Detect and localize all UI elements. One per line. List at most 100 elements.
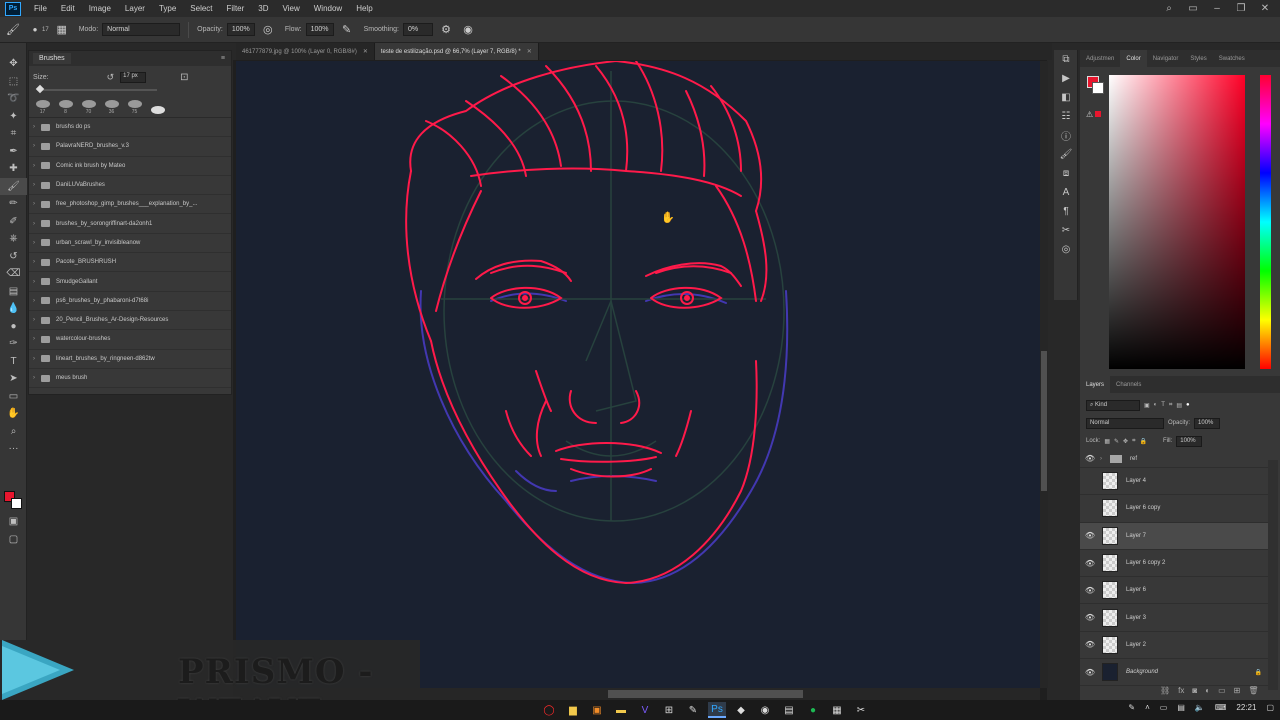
layer-row[interactable]: 👁 Layer 6 (1080, 577, 1268, 605)
blur-tool-icon[interactable]: 💧 (0, 300, 27, 318)
quick-select-tool-icon[interactable]: ✦ (0, 108, 27, 126)
filter-pixel-icon[interactable]: ▣ (1144, 402, 1150, 409)
eraser-tool-icon[interactable]: ⌫ (0, 265, 27, 283)
list-item[interactable]: › brushs do ps (29, 118, 231, 138)
list-item[interactable]: › lineart_brushes_by_ringneen-d862tw (29, 350, 231, 369)
workspace-icon[interactable]: ▭ (1186, 3, 1200, 14)
filter-adjustment-icon[interactable]: ◐ (1154, 402, 1158, 408)
filter-shape-icon[interactable]: ⌗ (1169, 402, 1172, 409)
minimize-icon[interactable]: – (1210, 3, 1224, 14)
canvas[interactable]: ✋ (236, 61, 1040, 688)
menu-edit[interactable]: Edit (54, 4, 82, 13)
menu-type[interactable]: Type (152, 4, 183, 13)
lock-position-icon[interactable]: ✥ (1123, 438, 1128, 445)
properties-icon[interactable]: ☷ (1054, 107, 1078, 126)
more-tools-icon[interactable]: ··· (0, 440, 27, 458)
tab-channels[interactable]: Channels (1110, 382, 1147, 388)
list-item[interactable]: › free_photoshop_gimp_brushes___explanati… (29, 195, 231, 215)
pen-tray-icon[interactable]: ✎ (1128, 703, 1135, 712)
volume-icon[interactable]: 🔈 (1195, 703, 1205, 712)
recent-brush[interactable]: 75 (125, 97, 144, 115)
tab-styles[interactable]: Styles (1184, 56, 1212, 62)
app-orange-icon[interactable]: ▣ (588, 702, 606, 718)
paragraph-icon[interactable]: ¶ (1054, 202, 1078, 221)
zoom-tool-icon[interactable]: ⌕ (0, 423, 27, 441)
menu-layer[interactable]: Layer (118, 4, 152, 13)
horizontal-scroll-thumb[interactable] (608, 690, 803, 698)
photoshop-logo-icon[interactable]: Ps (5, 1, 21, 16)
list-item[interactable]: › brushes_by_sorongriffinart-da2onh1 (29, 214, 231, 234)
brush-settings-icon[interactable]: 🖌 (1054, 145, 1078, 164)
eye-icon[interactable]: 👁 (1080, 586, 1100, 595)
history-icon[interactable]: ⧉ (1054, 50, 1078, 69)
folder-icon[interactable]: ▬ (612, 702, 630, 718)
chevron-right-icon[interactable]: › (33, 259, 41, 265)
lock-transparent-icon[interactable]: ▦ (1104, 438, 1110, 445)
maximize-icon[interactable]: ❐ (1234, 3, 1248, 14)
chevron-right-icon[interactable]: › (33, 201, 41, 207)
reset-size-icon[interactable]: ↺ (107, 72, 115, 83)
menu-view[interactable]: View (276, 4, 307, 13)
list-item[interactable]: › urban_scrawl_by_invisibleanow (29, 234, 231, 254)
dodge-tool-icon[interactable]: ● (0, 318, 27, 336)
new-adjustment-icon[interactable]: ◐ (1205, 686, 1210, 695)
layers-scrollbar[interactable] (1268, 460, 1278, 690)
layer-row[interactable]: 👁 Layer 7 (1080, 522, 1268, 550)
recent-brush[interactable]: 8 (56, 97, 75, 115)
search-icon[interactable]: ⌕ (1162, 3, 1176, 14)
filter-toggle-icon[interactable]: ● (1186, 402, 1190, 408)
chevron-right-icon[interactable]: › (33, 279, 41, 285)
layer-row[interactable]: 👁 Layer 2 (1080, 632, 1268, 660)
eye-icon[interactable]: 👁 (1080, 668, 1100, 677)
screen-mode-icon[interactable]: ▢ (0, 531, 27, 549)
menu-filter[interactable]: Filter (220, 4, 252, 13)
new-layer-icon[interactable]: ⊞ (1234, 686, 1241, 695)
mode-select[interactable]: Normal (102, 23, 181, 36)
vertical-scrollbar[interactable] (1040, 61, 1048, 688)
browser-icon[interactable]: ◉ (756, 702, 774, 718)
eye-icon[interactable]: 👁 (1080, 454, 1100, 463)
brush-tool-icon[interactable]: 🖌 (0, 177, 27, 195)
brush-size-field[interactable]: 17 px (120, 72, 147, 83)
brush-size-slider[interactable] (35, 84, 157, 94)
mixer-brush-tool-icon[interactable]: ✐ (0, 213, 27, 231)
blend-mode-select[interactable]: Normal (1086, 417, 1164, 429)
chevron-right-icon[interactable]: › (33, 221, 41, 227)
pressure-opacity-icon[interactable]: ◎ (259, 22, 277, 38)
network-icon[interactable]: ▤ (1177, 703, 1185, 712)
layer-opacity-field[interactable]: 100% (1194, 417, 1221, 429)
menu-image[interactable]: Image (82, 4, 118, 13)
chevron-right-icon[interactable]: › (33, 163, 41, 169)
eye-icon[interactable]: 👁 (1080, 559, 1100, 568)
opera-icon[interactable]: ◯ (540, 702, 558, 718)
flow-field[interactable]: 100% (305, 23, 334, 36)
chevron-right-icon[interactable]: › (33, 143, 41, 149)
pencil-tool-icon[interactable]: ✏ (0, 195, 27, 213)
history-brush-tool-icon[interactable]: ↺ (0, 248, 27, 266)
color-picker-field[interactable] (1109, 75, 1245, 369)
app-grid-icon[interactable]: ⊞ (660, 702, 678, 718)
brush-app-icon[interactable]: ◆ (732, 702, 750, 718)
list-item[interactable]: › meus brush (29, 369, 231, 389)
tab-color[interactable]: Color (1120, 50, 1147, 67)
hand-tool-icon[interactable]: ✋ (0, 405, 27, 423)
play-actions-icon[interactable]: ▶ (1054, 69, 1078, 88)
fill-field[interactable]: 100% (1176, 435, 1203, 447)
media-icon[interactable]: ▤ (780, 702, 798, 718)
new-brush-icon[interactable]: ⊡ (180, 72, 188, 83)
tab-layers[interactable]: Layers (1080, 376, 1111, 393)
layer-row[interactable]: Layer 4 (1080, 468, 1268, 496)
chevron-right-icon[interactable]: › (33, 124, 41, 130)
file-explorer-icon[interactable]: ▆ (564, 702, 582, 718)
lock-all-icon[interactable]: 🔒 (1139, 438, 1146, 445)
pen-tool-icon[interactable]: ✑ (0, 335, 27, 353)
keyboard-icon[interactable]: ⌨ (1215, 703, 1227, 712)
3d-icon[interactable]: ◎ (1054, 240, 1078, 259)
recent-brush[interactable]: 36 (102, 97, 121, 115)
menu-select[interactable]: Select (183, 4, 219, 13)
chevron-right-icon[interactable]: › (1100, 456, 1108, 462)
recent-brush[interactable]: 70 (79, 97, 98, 115)
color-panel-background-swatch[interactable] (1092, 82, 1104, 94)
pen-app-icon[interactable]: ✎ (684, 702, 702, 718)
move-tool-icon[interactable]: ✥ (0, 55, 27, 73)
